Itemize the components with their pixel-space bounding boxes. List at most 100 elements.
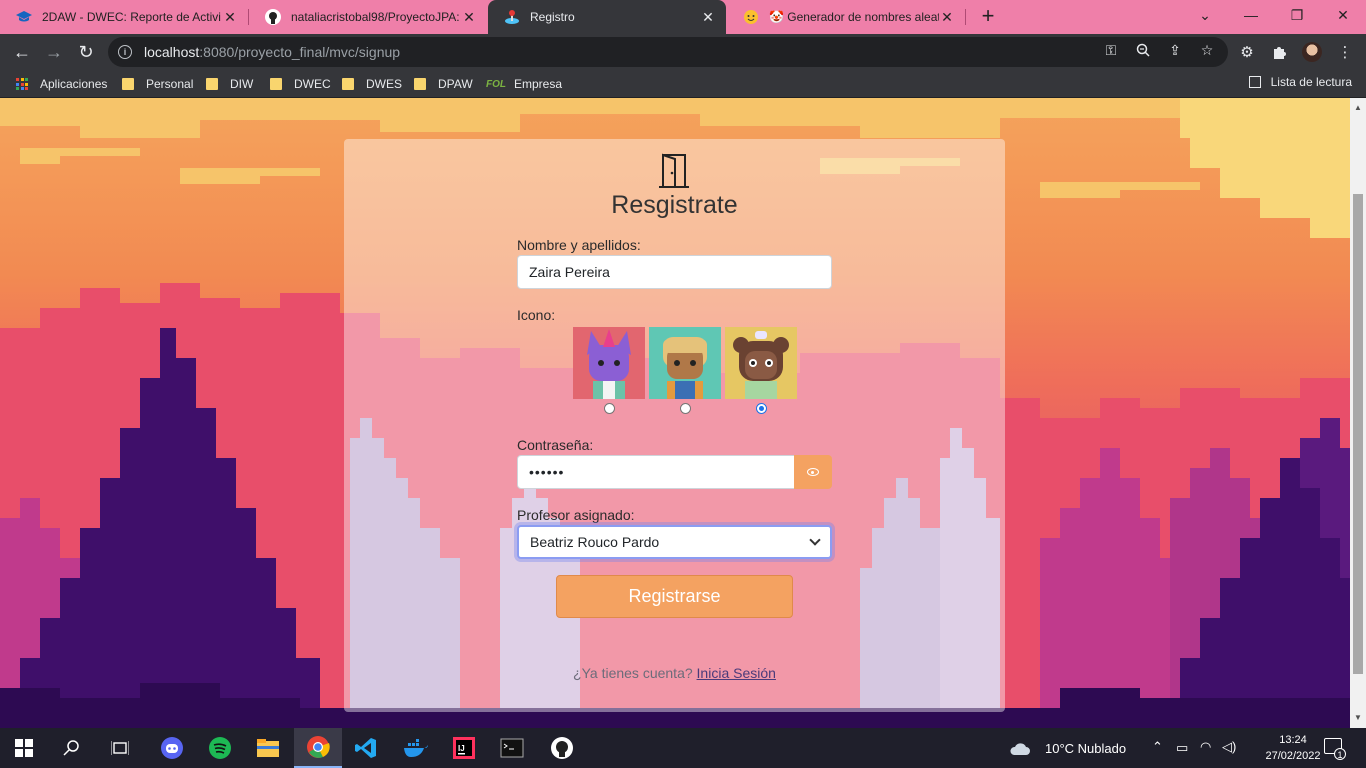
extensions-puzzle-icon[interactable] (1268, 41, 1290, 63)
tray-chevron-up-icon[interactable]: ⌃ (1152, 739, 1163, 755)
reload-icon[interactable]: ↻ (72, 38, 100, 66)
bookmark-star-icon[interactable]: ☆ (1198, 41, 1216, 59)
scroll-down-icon[interactable]: ▼ (1354, 714, 1362, 722)
restore-button[interactable]: ❐ (1274, 0, 1320, 30)
share-icon[interactable]: ⇪ (1166, 41, 1184, 59)
bookmark-diw[interactable]: DIW (206, 75, 253, 93)
bookmark-dwes[interactable]: DWES (342, 75, 402, 93)
back-arrow-icon[interactable]: ← (8, 38, 36, 66)
key-icon[interactable]: ⚿ (1102, 41, 1120, 59)
tab-divider (965, 9, 966, 25)
icon-label: Icono: (517, 307, 556, 323)
bookmark-label: Personal (146, 77, 194, 91)
url-path: :8080/proyecto_final/mvc/signup (199, 44, 401, 60)
windows-start-icon[interactable] (0, 728, 48, 768)
bookmark-apps[interactable]: Aplicaciones (16, 75, 107, 93)
search-icon[interactable] (48, 728, 96, 768)
close-tab-icon[interactable]: ✕ (222, 9, 238, 26)
extension-gear-icon[interactable]: ⚙ (1236, 41, 1258, 63)
address-bar[interactable]: i localhost:8080/proyecto_final/mvc/sign… (108, 37, 1228, 67)
folder-icon (414, 78, 426, 90)
scroll-up-icon[interactable]: ▲ (1354, 104, 1362, 112)
page-scrollbar[interactable]: ▲ ▼ (1350, 98, 1366, 728)
bookmark-dpaw[interactable]: DPAW (414, 75, 473, 93)
profile-avatar[interactable] (1302, 42, 1322, 62)
menu-dots-icon[interactable]: ⋮ (1334, 41, 1356, 63)
bookmark-personal[interactable]: Personal (122, 75, 193, 93)
zoom-icon[interactable] (1134, 41, 1152, 59)
blond-boy-avatar[interactable] (649, 327, 721, 399)
joystick-icon (504, 9, 520, 25)
tab-title: 2DAW - DWEC: Reporte de Activi (42, 10, 221, 24)
tab-dwec[interactable]: 2DAW - DWEC: Reporte de Activi ✕ (0, 0, 248, 34)
scrollbar-thumb[interactable] (1353, 194, 1363, 674)
site-info-icon[interactable]: i (118, 45, 132, 59)
tab-github[interactable]: nataliacristobal98/ProyectoJPA: P ✕ (249, 0, 487, 34)
url-host: localhost (144, 44, 200, 60)
bookmark-label: Empresa (514, 77, 563, 91)
bookmark-empresa[interactable]: FOL Empresa (486, 75, 562, 93)
svg-text:IJ: IJ (458, 744, 465, 753)
minimize-button[interactable]: — (1228, 0, 1274, 30)
reading-list-label: Lista de lectura (1270, 75, 1352, 89)
weather-cloud-icon[interactable] (1000, 728, 1040, 768)
bookmark-label: Aplicaciones (40, 77, 108, 91)
close-window-button[interactable]: ✕ (1320, 0, 1366, 30)
password-input[interactable]: •••••• (517, 455, 795, 489)
vscode-icon[interactable] (342, 728, 390, 768)
tab-strip: 2DAW - DWEC: Reporte de Activi ✕ natalia… (0, 0, 1366, 34)
show-password-button[interactable] (794, 455, 832, 489)
terminal-icon[interactable] (488, 728, 536, 768)
avatar-radio-3[interactable] (756, 403, 767, 414)
emoji-icon (743, 9, 759, 25)
bookmark-dwec[interactable]: DWEC (270, 75, 331, 93)
docker-icon[interactable] (392, 728, 440, 768)
name-input[interactable]: Zaira Pereira (517, 255, 832, 289)
close-tab-icon[interactable]: ✕ (700, 9, 716, 26)
browser-toolbar: ← → ↻ i localhost:8080/proyecto_final/mv… (0, 34, 1366, 70)
intellij-icon[interactable]: IJ (440, 728, 488, 768)
graduation-cap-icon (16, 9, 32, 25)
folder-icon (342, 78, 354, 90)
github-desktop-icon[interactable] (538, 728, 586, 768)
avatar-radio-2[interactable] (680, 403, 691, 414)
system-clock[interactable]: 13:24 27/02/2022 (1262, 732, 1324, 764)
purple-cat-avatar[interactable] (573, 327, 645, 399)
discord-icon[interactable] (148, 728, 196, 768)
github-icon (265, 9, 281, 25)
new-tab-button[interactable]: + (976, 5, 1000, 29)
weather-text[interactable]: 10°C Nublado (1045, 741, 1126, 756)
tab-generador[interactable]: 🤡 Generador de nombres aleato ✕ (727, 0, 965, 34)
tab-title: nataliacristobal98/ProyectoJPA: P (291, 10, 461, 24)
wifi-icon[interactable]: ◠ (1200, 739, 1211, 755)
login-link[interactable]: Inicia Sesión (697, 665, 776, 681)
tab-search-chevron-icon[interactable]: ⌄ (1182, 0, 1228, 30)
bookmarks-bar: Aplicaciones Personal DIW DWEC DWES DPAW… (0, 70, 1366, 98)
register-button[interactable]: Registrarse (556, 575, 793, 618)
bookmark-label: DPAW (438, 77, 473, 91)
close-tab-icon[interactable]: ✕ (461, 9, 477, 26)
teacher-label: Profesor asignado: (517, 507, 635, 523)
volume-icon[interactable]: ◁) (1222, 739, 1236, 755)
apps-grid-icon (16, 78, 28, 90)
reading-list-button[interactable]: Lista de lectura (1248, 75, 1352, 89)
bookmark-label: DWES (366, 77, 402, 91)
task-view-icon[interactable] (96, 728, 144, 768)
tab-registro[interactable]: Registro ✕ (488, 0, 726, 34)
folder-icon (270, 78, 282, 90)
chrome-icon[interactable] (294, 728, 342, 768)
battery-icon[interactable]: ▭ (1176, 740, 1188, 756)
folder-icon (122, 78, 134, 90)
avatar-radio-1[interactable] (604, 403, 615, 414)
clock-time: 13:24 (1279, 734, 1307, 746)
bear-girl-avatar[interactable] (725, 327, 797, 399)
teacher-select[interactable]: Beatriz Rouco Pardo (517, 525, 832, 559)
folder-icon (206, 78, 218, 90)
file-explorer-icon[interactable] (244, 728, 292, 768)
bookmark-label: DIW (230, 77, 254, 91)
spotify-icon[interactable] (196, 728, 244, 768)
close-tab-icon[interactable]: ✕ (939, 9, 955, 26)
name-label: Nombre y apellidos: (517, 237, 641, 253)
forward-arrow-icon[interactable]: → (40, 38, 68, 66)
avatar-picker (573, 327, 801, 417)
